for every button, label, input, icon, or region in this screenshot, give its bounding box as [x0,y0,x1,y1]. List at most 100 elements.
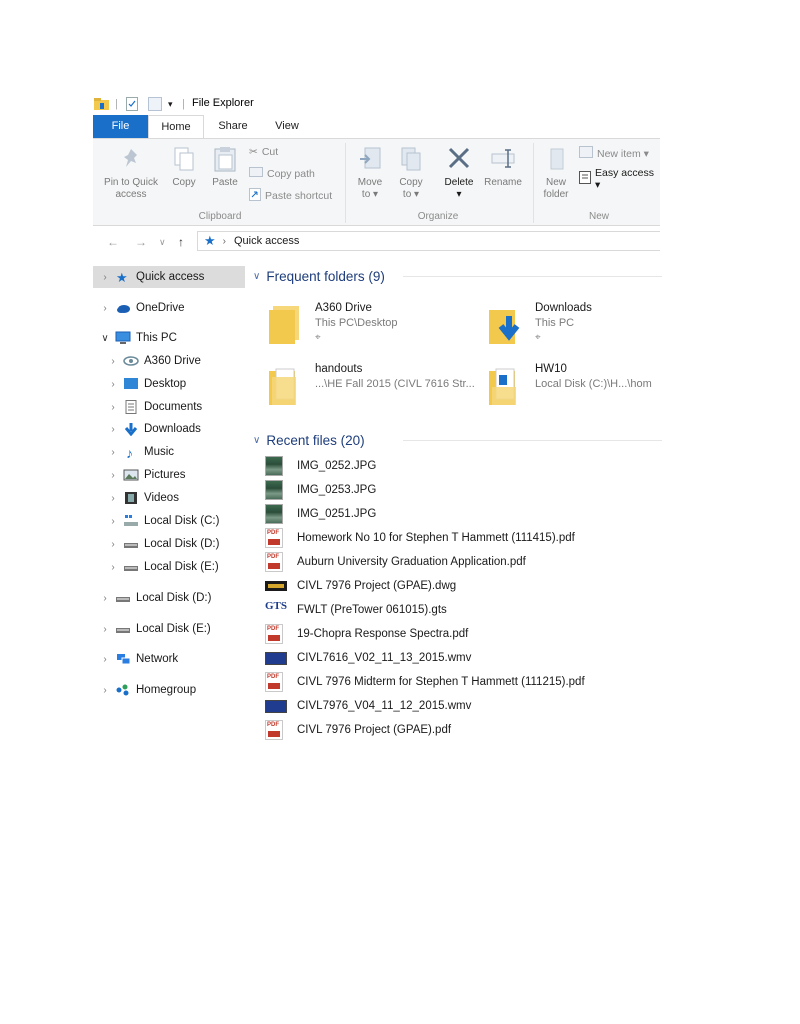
chevron-right-icon[interactable]: › [99,654,111,665]
nav-downloads[interactable]: › Downloads [103,418,201,440]
paste-button[interactable]: Paste [207,145,243,189]
chevron-right-icon[interactable]: › [99,593,111,604]
nav-documents[interactable]: › Documents [103,396,202,418]
nav-pictures-label: Pictures [144,469,186,481]
chevron-right-icon[interactable]: › [107,516,119,527]
recent-file-row[interactable]: CIVL 7976 Project (GPAE).dwg [265,575,456,597]
chevron-right-icon[interactable]: › [107,562,119,573]
dwg-file-icon [265,576,287,596]
chevron-right-icon[interactable]: › [99,685,111,696]
nav-network[interactable]: › Network [93,648,178,670]
nav-quick-access[interactable]: › ★ Quick access [93,266,245,288]
ribbon-separator [345,143,346,223]
nav-onedrive[interactable]: › OneDrive [93,297,184,319]
chevron-down-icon[interactable]: ∨ [253,435,260,446]
nav-documents-label: Documents [144,401,203,413]
breadcrumb-location[interactable]: Quick access [234,235,299,247]
tab-share[interactable]: Share [209,115,257,138]
recent-file-row[interactable]: IMG_0251.JPG [265,503,376,525]
customize-toolbar-icon[interactable]: ▾ [168,97,173,111]
folder-tile[interactable]: A360 Drive This PC\Desktop ⌖ [267,300,467,356]
nav-music[interactable]: › ♪ Music [103,441,174,463]
move-to-label-line1: Move [357,177,383,188]
new-folder-icon [543,145,569,173]
recent-locations-icon[interactable]: ∨ [159,237,166,248]
chevron-right-icon[interactable]: › [99,624,111,635]
frequent-folders-header[interactable]: ∨ Frequent folders (9) [253,266,662,286]
recent-file-row[interactable]: PDF 19-Chopra Response Spectra.pdf [265,623,468,645]
folder-path: This PC\Desktop [315,317,398,329]
properties-icon[interactable] [126,97,138,111]
new-item-button[interactable]: New item ▾ [579,146,649,161]
pictures-icon [123,468,139,482]
folder-with-documents-icon [487,363,531,407]
forward-arrow-icon[interactable]: → [135,235,147,249]
pin-to-quick-access-button[interactable]: Pin to Quick access [99,145,163,201]
delete-dropdown[interactable]: ▾ [441,189,477,201]
move-to-button[interactable]: Move to ▾ [351,145,389,201]
folder-tile[interactable]: HW10 Local Disk (C:)\H...\hom [487,361,660,417]
chevron-right-icon[interactable]: › [107,402,119,413]
chevron-right-icon[interactable]: › [107,470,119,481]
recent-file-row[interactable]: PDF CIVL 7976 Project (GPAE).pdf [265,719,451,741]
nav-local-disk-e[interactable]: › Local Disk (E:) [103,556,218,578]
chevron-down-icon[interactable]: ∨ [253,271,260,282]
recent-file-row[interactable]: CIVL7616_V02_11_13_2015.wmv [265,647,471,669]
tab-view[interactable]: View [266,115,308,138]
easy-access-button[interactable]: Easy access ▾ [579,167,660,191]
recent-file-row[interactable]: PDF Homework No 10 for Stephen T Hammett … [265,527,575,549]
nav-local-disk-e-root[interactable]: › Local Disk (E:) [93,618,210,640]
up-arrow-icon[interactable]: ↑ [178,235,184,249]
copy-to-button[interactable]: Copy to ▾ [393,145,429,201]
delete-label: Delete [444,177,474,188]
svg-text:★: ★ [116,270,128,284]
chevron-right-icon[interactable]: › [107,379,119,390]
back-arrow-icon[interactable]: ← [107,235,119,249]
recent-file-row[interactable]: PDF Auburn University Graduation Applicat… [265,551,526,573]
chevron-down-icon[interactable]: ∨ [99,333,111,344]
copy-path-label: Copy path [267,167,315,180]
paste-shortcut-button[interactable]: Paste shortcut [249,188,332,204]
delete-button[interactable]: Delete ▾ [441,145,477,201]
nav-local-disk-d[interactable]: › Local Disk (D:) [103,533,219,555]
chevron-right-icon[interactable]: › [107,447,119,458]
nav-this-pc[interactable]: ∨ This PC [93,327,177,349]
chevron-right-icon[interactable]: › [107,356,119,367]
chevron-right-icon[interactable]: › [99,303,111,314]
nav-desktop[interactable]: › Desktop [103,373,186,395]
tab-file[interactable]: File [93,115,148,138]
recent-file-row[interactable]: GTS FWLT (PreTower 061015).gts [265,599,447,621]
folder-path: ...\HE Fall 2015 (CIVL 7616 Str... [315,378,475,390]
ribbon: Pin to Quick access Copy Paste ✂ Cut Cop… [93,138,660,226]
rename-icon [490,145,516,173]
nav-homegroup-label: Homegroup [136,684,197,696]
recent-files-header[interactable]: ∨ Recent files (20) [253,430,662,450]
new-folder-quick-icon[interactable] [148,97,162,111]
nav-local-disk-c[interactable]: › Local Disk (C:) [103,510,219,532]
drive-icon [115,591,131,605]
folder-tile[interactable]: Downloads This PC ⌖ [487,300,660,356]
rename-button[interactable]: Rename [481,145,525,189]
nav-pictures[interactable]: › Pictures [103,464,186,486]
folder-tile[interactable]: handouts ...\HE Fall 2015 (CIVL 7616 Str… [267,361,475,417]
nav-videos[interactable]: › Videos [103,487,179,509]
chevron-right-icon[interactable]: › [107,493,119,504]
nav-homegroup[interactable]: › Homegroup [93,679,196,701]
nav-desktop-label: Desktop [144,378,187,390]
cut-button[interactable]: ✂ Cut [249,146,278,158]
copy-button[interactable]: Copy [168,145,200,189]
recent-file-row[interactable]: PDF CIVL 7976 Midterm for Stephen T Hamme… [265,671,585,693]
nav-a360-drive[interactable]: › A360 Drive [103,350,201,372]
chevron-right-icon[interactable]: › [99,272,111,283]
ribbon-separator [533,143,534,223]
tab-home[interactable]: Home [148,115,204,138]
new-folder-button[interactable]: New folder [537,145,575,201]
nav-local-disk-d-root[interactable]: › Local Disk (D:) [93,587,211,609]
address-bar[interactable]: ★ › Quick access [197,231,660,251]
chevron-right-icon[interactable]: › [107,539,119,550]
recent-file-row[interactable]: CIVL7976_V04_11_12_2015.wmv [265,695,471,717]
copy-path-button[interactable]: Copy path [249,167,315,180]
recent-file-row[interactable]: IMG_0252.JPG [265,455,376,477]
chevron-right-icon[interactable]: › [107,424,119,435]
recent-file-row[interactable]: IMG_0253.JPG [265,479,376,501]
